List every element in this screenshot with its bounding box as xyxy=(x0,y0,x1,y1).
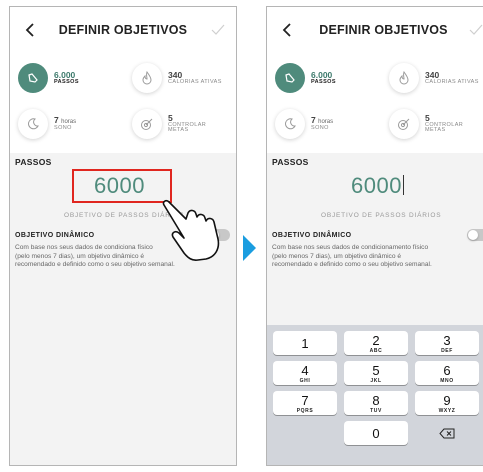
confirm-button[interactable] xyxy=(466,19,483,41)
steps-input[interactable]: 6000 xyxy=(351,173,404,199)
moon-icon xyxy=(18,109,48,139)
stat-sleep-value: 7 xyxy=(311,115,316,126)
key-3[interactable]: 3 DEF xyxy=(415,331,479,355)
dynamic-goal-title: OBJETIVO DINÂMICO xyxy=(15,232,95,239)
page-title: DEFINIR OBJETIVOS xyxy=(319,23,448,37)
key-2[interactable]: 2 ABC xyxy=(344,331,408,355)
steps-section-title: PASSOS xyxy=(272,157,309,167)
steps-subtitle: OBJETIVO DE PASSOS DIÁRIOS xyxy=(321,212,442,219)
key-0[interactable]: 0 xyxy=(344,421,408,445)
key-7[interactable]: 7 PQRS xyxy=(273,391,337,415)
text-cursor xyxy=(402,175,404,195)
arrow-right-icon xyxy=(243,235,256,261)
stat-sleep-value: 7 xyxy=(54,115,59,126)
goal-stats-panel: 6.000 PASSOS 340 CALORIAS ATIVAS 7 horas… xyxy=(267,53,483,153)
stat-sleep-label: SONO xyxy=(54,124,72,131)
phone-screen-before: DEFINIR OBJETIVOS 6.000 PASSOS 340 CALOR… xyxy=(9,6,237,466)
app-header: DEFINIR OBJETIVOS xyxy=(267,7,483,53)
stat-steps[interactable]: 6.000 PASSOS xyxy=(275,63,336,93)
back-button[interactable] xyxy=(20,19,40,41)
shoe-icon xyxy=(18,63,48,93)
stat-goals[interactable]: 5 CONTROLAR METAS xyxy=(389,109,463,139)
stat-goals-label-2: METAS xyxy=(168,127,189,134)
backspace-icon xyxy=(439,428,455,438)
confirm-button[interactable] xyxy=(208,19,228,41)
key-5[interactable]: 5 JKL xyxy=(344,361,408,385)
stat-goals-label-2: METAS xyxy=(425,127,446,134)
target-icon xyxy=(389,109,419,139)
flame-icon xyxy=(389,63,419,93)
stat-goals[interactable]: 5 CONTROLAR METAS xyxy=(132,109,206,139)
dynamic-goal-title: OBJETIVO DINÂMICO xyxy=(272,232,352,239)
stat-calories-label: CALORIAS ATIVAS xyxy=(425,78,479,85)
stat-calories[interactable]: 340 CALORIAS ATIVAS xyxy=(389,63,479,93)
page-title: DEFINIR OBJETIVOS xyxy=(58,23,188,37)
key-1[interactable]: 1 xyxy=(273,331,337,355)
stat-steps-label: PASSOS xyxy=(54,78,79,85)
key-9[interactable]: 9 WXYZ xyxy=(415,391,479,415)
goal-stats-panel: 6.000 PASSOS 340 CALORIAS ATIVAS 7 horas… xyxy=(10,53,236,153)
delete-key[interactable] xyxy=(415,421,479,445)
stat-sleep[interactable]: 7 horas SONO xyxy=(275,109,333,139)
tutorial-root: DEFINIR OBJETIVOS 6.000 PASSOS 340 CALOR… xyxy=(0,0,483,472)
chevron-left-icon xyxy=(25,23,34,37)
stat-calories[interactable]: 340 CALORIAS ATIVAS xyxy=(132,63,222,93)
flame-icon xyxy=(132,63,162,93)
back-button[interactable] xyxy=(277,19,297,41)
app-header: DEFINIR OBJETIVOS xyxy=(10,7,236,53)
target-icon xyxy=(132,109,162,139)
stat-steps[interactable]: 6.000 PASSOS xyxy=(18,63,79,93)
dynamic-goal-toggle[interactable] xyxy=(467,229,483,241)
moon-icon xyxy=(275,109,305,139)
steps-section-title: PASSOS xyxy=(15,157,52,167)
check-icon xyxy=(469,24,483,35)
dynamic-goal-description: Com base nos seus dados de condicionamen… xyxy=(272,244,432,269)
phone-screen-after: DEFINIR OBJETIVOS 6.000 PASSOS 340 CALOR… xyxy=(266,6,483,466)
stat-steps-label: PASSOS xyxy=(311,78,336,85)
key-blank xyxy=(273,421,337,445)
numeric-keypad: 1 2 ABC 3 DEF 4 GHI 5 JKL 6 MNO 7 PQRS 8 TUV 9W… xyxy=(267,325,483,465)
stat-calories-label: CALORIAS ATIVAS xyxy=(168,78,222,85)
check-icon xyxy=(211,24,225,35)
shoe-icon xyxy=(275,63,305,93)
chevron-left-icon xyxy=(282,23,291,37)
highlight-box xyxy=(72,169,172,203)
stat-sleep-label: SONO xyxy=(311,124,329,131)
key-8[interactable]: 8 TUV xyxy=(344,391,408,415)
key-6[interactable]: 6 MNO xyxy=(415,361,479,385)
stat-sleep[interactable]: 7 horas SONO xyxy=(18,109,76,139)
key-4[interactable]: 4 GHI xyxy=(273,361,337,385)
pointing-hand-icon xyxy=(162,199,220,261)
